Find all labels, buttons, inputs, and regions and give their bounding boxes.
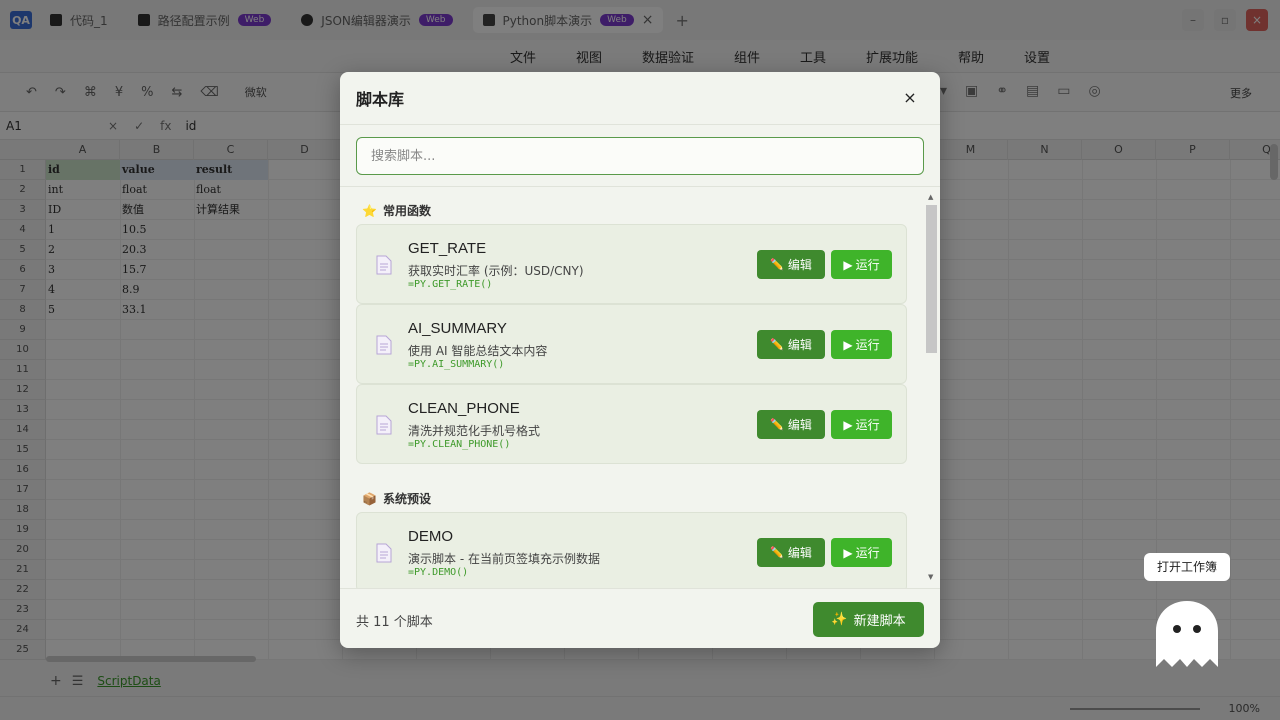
- open-workbook-tooltip: 打开工作簿: [1144, 553, 1230, 581]
- script-card-demo[interactable]: DEMO 演示脚本 - 在当前页签填充示例数据 =PY.DEMO() ✏️ 编辑 …: [356, 512, 907, 588]
- run-label: 运行: [855, 418, 880, 432]
- edit-button[interactable]: ✏️ 编辑: [757, 330, 825, 359]
- document-icon: [376, 415, 392, 435]
- edit-button[interactable]: ✏️ 编辑: [757, 538, 825, 567]
- script-library-dialog: 脚本库 × ⭐ 常用函数 GET_RATE 获取实时汇率 (示例：USD/CNY…: [340, 72, 940, 648]
- script-list: ⭐ 常用函数 GET_RATE 获取实时汇率 (示例：USD/CNY) =PY.…: [340, 188, 940, 588]
- pencil-icon: ✏️: [770, 418, 784, 431]
- pencil-icon: ✏️: [770, 338, 784, 351]
- script-formula: =PY.AI_SUMMARY(): [408, 359, 505, 370]
- script-description: 演示脚本 - 在当前页签填充示例数据: [408, 552, 600, 566]
- script-description: 清洗并规范化手机号格式: [408, 424, 541, 438]
- sparkle-icon: ✨: [831, 612, 848, 627]
- edit-label: 编辑: [787, 418, 812, 432]
- run-button[interactable]: ▶ 运行: [831, 410, 892, 439]
- script-card-clean-phone[interactable]: CLEAN_PHONE 清洗并规范化手机号格式 =PY.CLEAN_PHONE(…: [356, 384, 907, 464]
- scroll-up-arrow[interactable]: ▲: [928, 193, 933, 201]
- script-description: 获取实时汇率 (示例：USD/CNY): [408, 264, 584, 278]
- document-icon: [376, 255, 392, 275]
- run-button[interactable]: ▶ 运行: [831, 250, 892, 279]
- dialog-header: 脚本库 ×: [340, 72, 940, 125]
- run-label: 运行: [855, 546, 880, 560]
- section-favorites: ⭐ 常用函数: [362, 202, 431, 219]
- edit-button[interactable]: ✏️ 编辑: [757, 250, 825, 279]
- script-formula: =PY.GET_RATE(): [408, 279, 493, 290]
- play-icon: ▶: [843, 545, 853, 560]
- ghost-assistant-icon[interactable]: [1154, 601, 1220, 667]
- script-name: AI_SUMMARY: [408, 320, 507, 337]
- script-name: DEMO: [408, 528, 453, 545]
- scroll-down-arrow[interactable]: ▼: [928, 573, 933, 581]
- script-name: GET_RATE: [408, 240, 487, 257]
- dialog-footer: 共 11 个脚本 ✨ 新建脚本: [340, 588, 940, 648]
- section-system-presets: 📦 系统预设: [362, 490, 431, 507]
- run-button[interactable]: ▶ 运行: [831, 538, 892, 567]
- play-icon: ▶: [843, 417, 853, 432]
- script-card-ai-summary[interactable]: AI_SUMMARY 使用 AI 智能总结文本内容 =PY.AI_SUMMARY…: [356, 304, 907, 384]
- script-description: 使用 AI 智能总结文本内容: [408, 344, 548, 358]
- edit-label: 编辑: [787, 546, 812, 560]
- section-title: 系统预设: [382, 492, 431, 506]
- script-formula: =PY.CLEAN_PHONE(): [408, 439, 511, 450]
- pencil-icon: ✏️: [770, 546, 784, 559]
- search-area: [340, 125, 940, 187]
- new-script-label: 新建脚本: [853, 614, 906, 629]
- script-card-get-rate[interactable]: GET_RATE 获取实时汇率 (示例：USD/CNY) =PY.GET_RAT…: [356, 224, 907, 304]
- edit-label: 编辑: [787, 258, 812, 272]
- play-icon: ▶: [843, 337, 853, 352]
- play-icon: ▶: [843, 257, 853, 272]
- list-scrollbar-thumb[interactable]: [926, 205, 937, 353]
- run-label: 运行: [855, 258, 880, 272]
- edit-label: 编辑: [787, 338, 812, 352]
- document-icon: [376, 543, 392, 563]
- pencil-icon: ✏️: [770, 258, 784, 271]
- document-icon: [376, 335, 392, 355]
- script-formula: =PY.DEMO(): [408, 567, 469, 578]
- edit-button[interactable]: ✏️ 编辑: [757, 410, 825, 439]
- run-button[interactable]: ▶ 运行: [831, 330, 892, 359]
- new-script-button[interactable]: ✨ 新建脚本: [813, 602, 924, 637]
- dialog-title: 脚本库: [356, 90, 405, 109]
- run-label: 运行: [855, 338, 880, 352]
- script-name: CLEAN_PHONE: [408, 400, 520, 417]
- section-title: 常用函数: [382, 204, 431, 218]
- close-button[interactable]: ×: [900, 88, 920, 108]
- script-count: 共 11 个脚本: [356, 615, 433, 630]
- search-input[interactable]: [356, 137, 924, 175]
- package-icon: 📦: [362, 491, 377, 506]
- star-icon: ⭐: [362, 203, 377, 218]
